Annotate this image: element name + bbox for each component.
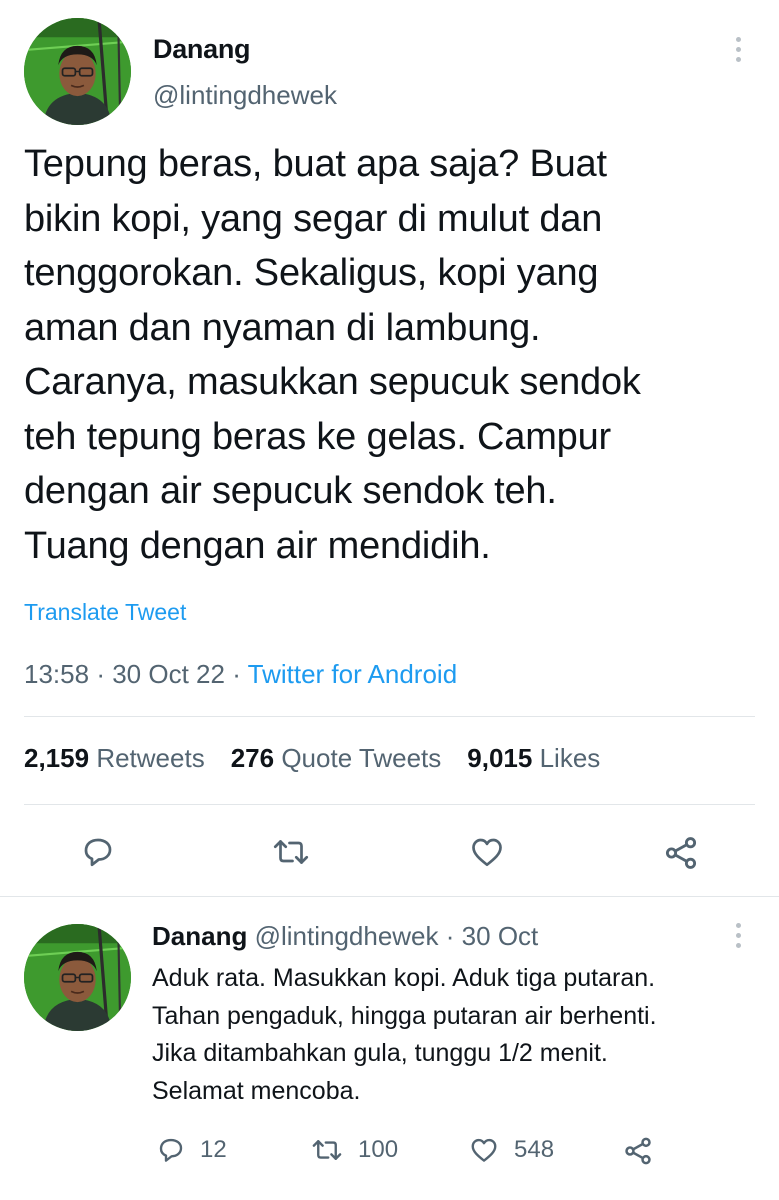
share-icon [665, 837, 697, 869]
reply-count: 12 [200, 1136, 227, 1163]
meta-separator: · [96, 659, 105, 689]
share-button[interactable] [662, 834, 700, 872]
retweet-icon [312, 1140, 342, 1160]
retweets-stat[interactable]: 2,159 Retweets [24, 743, 205, 774]
tweet-text-line: teh tepung beras ke gelas. Campur [24, 415, 611, 458]
retweet-count: 100 [358, 1136, 399, 1163]
reply-author-name[interactable]: Danang [152, 921, 247, 951]
retweets-label: Retweets [96, 743, 205, 773]
reply-button[interactable] [80, 834, 116, 870]
reply-avatar[interactable] [24, 924, 131, 1031]
tweet-text-line: Caranya, masukkan sepucuk sendok [24, 361, 641, 403]
tweet-meta: 13:58 · 30 Oct 22 · Twitter for Android [24, 659, 457, 690]
likes-label: Likes [539, 743, 601, 773]
author-name[interactable]: Danang [153, 34, 251, 65]
meta-separator: · [445, 921, 455, 951]
reply-text-line: Aduk rata. Masukkan kopi. Aduk tiga puta… [152, 964, 656, 992]
more-options-icon[interactable] [728, 32, 748, 66]
reply-text-line: Tahan pengaduk, hingga putaran air berhe… [152, 1001, 657, 1030]
share-icon [625, 1137, 651, 1165]
divider [24, 804, 755, 805]
thread-separator [0, 896, 779, 897]
reply-reply-button[interactable]: 12 [156, 1135, 227, 1165]
likes-stat[interactable]: 9,015 Likes [467, 743, 600, 774]
tweet-text-line: tenggorokan. Sekaligus, kopi yang [24, 252, 599, 294]
retweet-icon [273, 840, 309, 864]
retweets-count: 2,159 [24, 743, 90, 773]
tweet-source-link[interactable]: Twitter for Android [248, 659, 458, 689]
like-count: 548 [514, 1136, 555, 1163]
tweet-text-line: Tepung beras, buat apa saja? Buat [24, 143, 607, 185]
like-icon [471, 1138, 497, 1162]
reply-more-options-icon[interactable] [728, 918, 748, 952]
tweet-text-line: bikin kopi, yang segar di mulut dan [24, 197, 603, 240]
retweet-button[interactable] [271, 834, 311, 870]
like-button[interactable] [468, 834, 506, 870]
avatar[interactable] [24, 18, 131, 125]
tweet-text-line: Tuang dengan air mendidih. [24, 524, 491, 567]
tweet-stats: 2,159 Retweets 276 Quote Tweets 9,015 Li… [24, 743, 600, 774]
tweet-date[interactable]: 30 Oct 22 [112, 659, 225, 689]
quote-tweets-stat[interactable]: 276 Quote Tweets [231, 743, 442, 774]
quote-tweets-count: 276 [230, 743, 275, 773]
tweet-text-line: dengan air sepucuk sendok teh. [24, 470, 557, 512]
tweet-text-line: aman dan nyaman di lambung. [24, 306, 541, 349]
meta-separator: · [232, 659, 241, 689]
reply-author-handle[interactable]: @lintingdhewek [255, 921, 439, 951]
tweet-text: Tepung beras, buat apa saja? Buat bikin … [24, 137, 764, 573]
reply-text: Aduk rata. Masukkan kopi. Aduk tiga puta… [152, 960, 657, 1110]
reply-share-button[interactable] [622, 1135, 654, 1167]
quote-tweets-label: Quote Tweets [281, 743, 442, 773]
avatar-photo [24, 924, 131, 1031]
reply-retweet-button[interactable]: 100 [310, 1135, 398, 1165]
reply-text-line: Jika ditambahkan gula, tunggu 1/2 menit. [152, 1039, 608, 1067]
translate-tweet-link[interactable]: Translate Tweet [24, 599, 186, 626]
reply-like-button[interactable]: 548 [468, 1135, 554, 1165]
avatar-photo [24, 18, 131, 125]
likes-count: 9,015 [467, 743, 533, 773]
author-handle[interactable]: @lintingdhewek [153, 80, 337, 111]
divider [24, 716, 755, 717]
like-icon [472, 838, 502, 867]
reply-icon [159, 1138, 183, 1162]
reply-header: Danang @lintingdhewek · 30 Oct [152, 921, 538, 952]
reply-text-line: Selamat mencoba. [152, 1076, 361, 1105]
tweet-time[interactable]: 13:58 [24, 659, 89, 689]
reply-date[interactable]: 30 Oct [462, 921, 539, 951]
reply-icon [84, 838, 112, 867]
